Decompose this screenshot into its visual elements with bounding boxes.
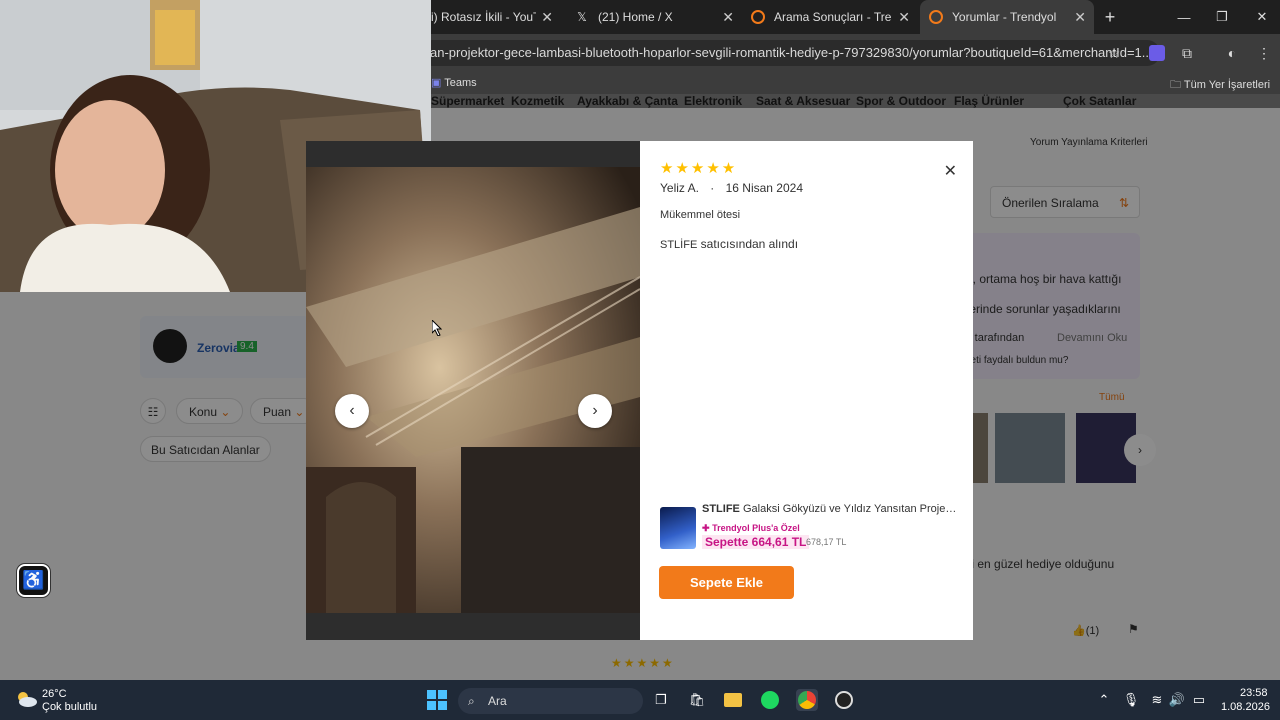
category-item[interactable]: Çok Satanlar [1063,94,1136,108]
plus-badge: ✚ Trendyol Plus'a Özel [702,523,800,534]
windows-start-icon[interactable] [426,689,448,711]
product-thumbnail[interactable] [660,507,696,549]
tab-title: Arama Sonuçları - Trendyol [774,10,892,24]
separator-dot: · [710,181,715,195]
search-placeholder: Ara [488,694,507,708]
category-item[interactable]: Spor & Outdoor [856,94,946,108]
obs-icon[interactable] [833,689,855,711]
close-icon[interactable]: ✕ [722,9,734,26]
weather-description[interactable]: Çok bulutlu [42,701,97,713]
wifi-icon[interactable]: ≋ [1146,689,1168,711]
restore-icon[interactable]: ❐ [1204,0,1240,34]
trendyol-icon [928,9,944,25]
review-date: 16 Nisan 2024 [725,181,803,195]
store-icon[interactable]: 🛍 [686,689,708,711]
tab-youtube[interactable]: i) Rotasız İkili - YouTube ✕ [431,0,561,34]
file-explorer-icon[interactable] [722,689,744,711]
url-field[interactable]: an-projektor-gece-lambasi-bluetooth-hopa… [420,40,1160,66]
bookmark-label: Tüm Yer İşaretleri [1183,79,1271,91]
product-title[interactable]: STLIFE Galaksi Gökyüzü ve Yıldız Yansıta… [702,503,958,515]
x-icon: 𝕏 [577,10,587,24]
previous-photo-button[interactable]: ‹ [335,394,369,428]
plus-label: Trendyol Plus'a Özel [712,523,800,533]
bookmark-label: Teams [444,77,477,89]
review-author: Yeliz A. [660,181,699,195]
category-item[interactable]: Saat & Aksesuar [756,94,850,108]
product-brand: STLIFE [702,503,740,515]
mouse-cursor [432,320,442,336]
search-icon: ⌕ [468,694,475,708]
review-detail-panel: ★★★★★ Yeliz A. · 16 Nisan 2024 ✕ Mükemme… [640,141,973,640]
clock-date[interactable]: 1.08.2026 [1221,701,1270,713]
category-item[interactable]: Flaş Ürünler [954,94,1024,108]
seller-purchase-info: STLİFE satıcısından alındı [660,237,798,251]
tab-title: Yorumlar - Trendyol [952,10,1057,24]
microphone-icon[interactable]: 🎙 [1120,689,1142,711]
review-text: Mükemmel ötesi [660,209,741,221]
bookmark-star-icon[interactable]: ☆ [1104,43,1124,63]
product-name: Galaksi Gökyüzü ve Yıldız Yansıtan Proje… [742,503,958,515]
bookmark-teams[interactable]: ▣ Teams [431,76,477,89]
category-nav: Süpermarket Kozmetik Ayakkabı & Çanta El… [431,94,1280,108]
folder-icon: 🗀 [1170,79,1181,91]
old-price: 678,17 TL [806,537,847,547]
extension-shield-icon[interactable] [1147,43,1167,63]
accessibility-icon[interactable]: ♿ [17,564,50,597]
review-photo [306,167,640,613]
chrome-icon[interactable] [796,689,818,711]
extensions-puzzle-icon[interactable]: ⧉ [1177,43,1197,63]
category-item[interactable]: Ayakkabı & Çanta [577,94,678,108]
close-icon[interactable]: ✕ [541,9,553,26]
cart-price: Sepette 664,61 TL [702,535,810,549]
all-bookmarks[interactable]: 🗀 Tüm Yer İşaretleri [1170,76,1270,95]
new-tab-button[interactable]: + [1092,0,1128,34]
volume-icon[interactable]: 🔊 [1166,689,1188,711]
review-meta: Yeliz A. · 16 Nisan 2024 [660,181,803,195]
close-icon[interactable]: ✕ [944,161,957,181]
clock-time[interactable]: 23:58 [1240,687,1268,699]
tab-x-home[interactable]: 𝕏 (21) Home / X ✕ [566,0,742,34]
add-to-cart-button[interactable]: Sepete Ekle [659,566,794,599]
purchase-source-text: satıcısından alındı [700,237,799,251]
close-window-icon[interactable]: ✕ [1244,0,1280,34]
battery-icon[interactable]: ▭ [1188,689,1210,711]
category-item[interactable]: Elektronik [684,94,742,108]
minimize-icon[interactable]: — [1166,0,1202,34]
tab-reviews[interactable]: Yorumlar - Trendyol ✕ [920,0,1094,34]
chevron-up-icon[interactable]: ⌃ [1093,689,1115,711]
tab-title: (21) Home / X [598,10,673,24]
profile-icon[interactable]: ◐ [1222,43,1242,63]
task-view-icon[interactable]: ❐ [650,689,672,711]
trendyol-icon [750,9,766,25]
next-photo-button[interactable]: › [578,394,612,428]
spotify-icon[interactable] [759,689,781,711]
review-photo-viewer: ‹ › [306,141,640,640]
close-icon[interactable]: ✕ [1074,9,1086,26]
menu-dots-icon[interactable]: ⋮ [1254,43,1274,63]
taskbar-search[interactable]: ⌕ Ara [458,688,643,714]
rating-stars: ★★★★★ [660,160,738,177]
teams-icon: ▣ [431,77,442,89]
close-icon[interactable]: ✕ [898,9,910,26]
tab-title: i) Rotasız İkili - YouTube [431,10,536,24]
category-item[interactable]: Kozmetik [511,94,564,108]
product-card[interactable]: STLIFE Galaksi Gökyüzü ve Yıldız Yansıta… [660,497,960,553]
weather-icon[interactable] [15,690,37,708]
plus-icon: ✚ [702,523,710,533]
category-item[interactable]: Süpermarket [431,94,504,108]
weather-temperature[interactable]: 26°C [42,688,67,700]
seller-name-label[interactable]: STLİFE [660,239,697,251]
tab-search-results[interactable]: Arama Sonuçları - Trendyol ✕ [744,0,918,34]
